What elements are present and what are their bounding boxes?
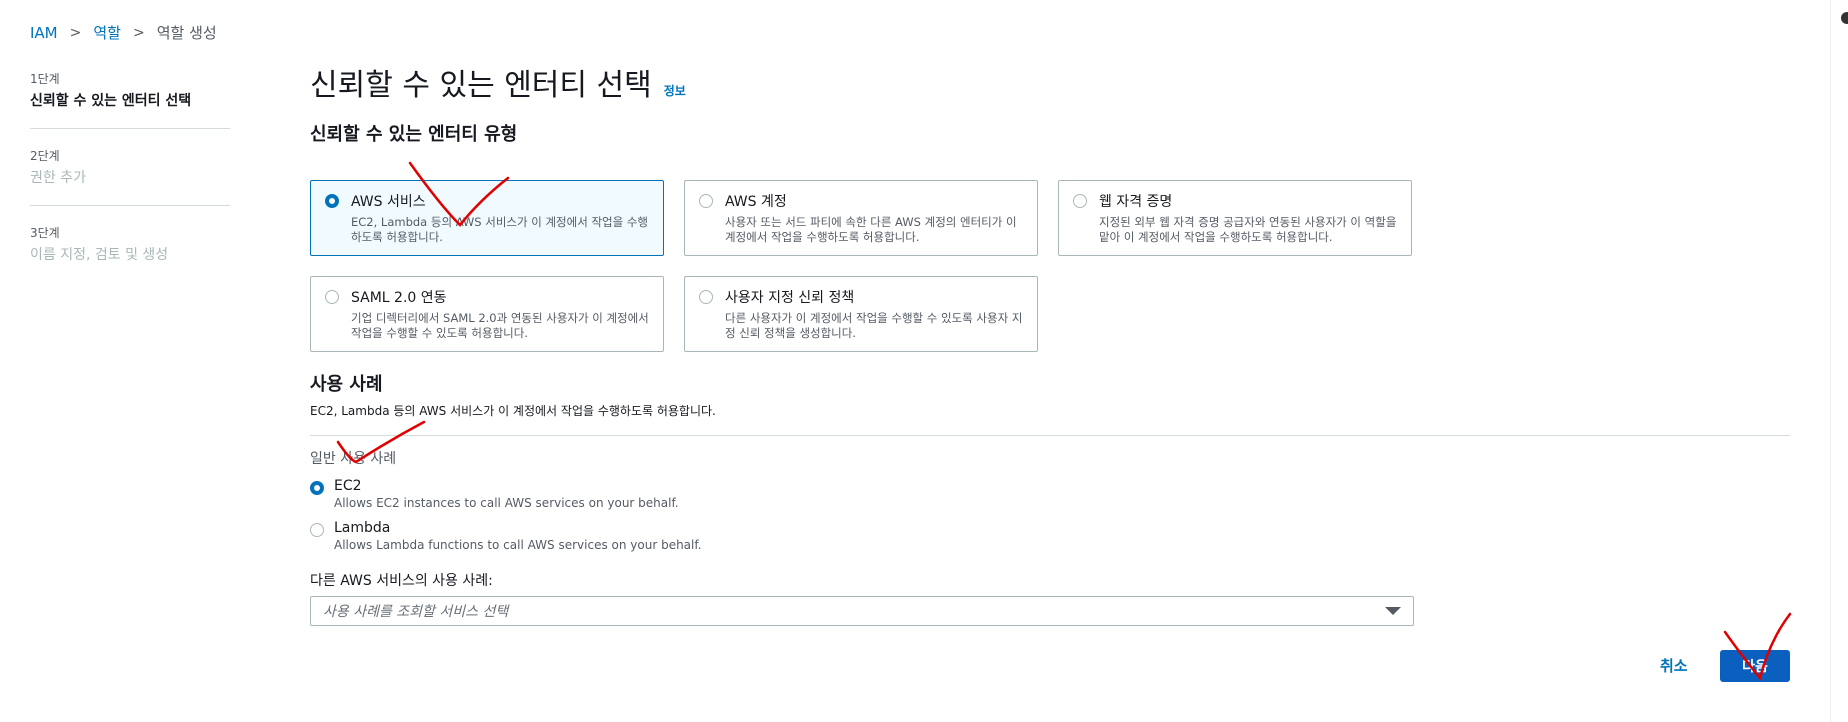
radio-icon[interactable] (310, 523, 324, 537)
breadcrumb-roles-link[interactable]: 역할 (93, 22, 121, 43)
page-title: 신뢰할 수 있는 엔터티 선택 (310, 68, 652, 103)
entity-card-custom-trust-policy[interactable]: 사용자 지정 신뢰 정책 다른 사용자가 이 계정에서 작업을 수행할 수 있도… (684, 276, 1038, 352)
card-title: AWS 계정 (725, 194, 787, 210)
option-title: Lambda (334, 520, 391, 536)
card-description: 지정된 외부 웹 자격 증명 공급자와 연동된 사용자가 이 역할을 맡아 이 … (1099, 215, 1397, 244)
entity-card-web-identity[interactable]: 웹 자격 증명 지정된 외부 웹 자격 증명 공급자와 연동된 사용자가 이 역… (1058, 180, 1412, 256)
use-case-heading: 사용 사례 (310, 374, 383, 395)
cancel-button[interactable]: 취소 (1660, 655, 1688, 676)
card-title: 사용자 지정 신뢰 정책 (725, 290, 855, 306)
entity-type-cards: AWS 서비스 EC2, Lambda 등의 AWS 서비스가 이 계정에서 작… (310, 180, 1790, 352)
step-1: 1단계 신뢰할 수 있는 엔터티 선택 (30, 70, 230, 129)
breadcrumb-current: 역할 생성 (156, 24, 217, 42)
radio-icon[interactable] (325, 290, 339, 304)
breadcrumb-iam-link[interactable]: IAM (30, 24, 58, 42)
divider (310, 435, 1790, 436)
step-title: 이름 지정, 검토 및 생성 (30, 247, 169, 263)
info-link[interactable]: 정보 (664, 82, 686, 99)
option-title: EC2 (334, 478, 362, 494)
caret-down-icon (1385, 607, 1401, 615)
next-button[interactable]: 다음 (1720, 650, 1790, 682)
step-number: 1단계 (30, 72, 60, 86)
option-description: Allows EC2 instances to call AWS service… (334, 496, 679, 510)
card-description: 다른 사용자가 이 계정에서 작업을 수행할 수 있도록 사용자 지정 신뢰 정… (725, 311, 1023, 340)
chevron-right-icon: > (69, 24, 82, 41)
radio-icon[interactable] (699, 194, 713, 208)
card-description: EC2, Lambda 등의 AWS 서비스가 이 계정에서 작업을 수행하도록… (351, 215, 649, 244)
step-title: 권한 추가 (30, 170, 86, 186)
step-2: 2단계 권한 추가 (30, 147, 230, 206)
card-description: 기업 디렉터리에서 SAML 2.0과 연동된 사용자가 이 계정에서 작업을 … (351, 311, 649, 340)
entity-card-aws-account[interactable]: AWS 계정 사용자 또는 서드 파티에 속한 다른 AWS 계정의 엔터티가 … (684, 180, 1038, 256)
radio-icon[interactable] (1073, 194, 1087, 208)
other-service-label: 다른 AWS 서비스의 사용 사례: (310, 573, 493, 589)
option-description: Allows Lambda functions to call AWS serv… (334, 538, 702, 552)
use-case-option-lambda[interactable]: Lambda Allows Lambda functions to call A… (310, 520, 1790, 552)
card-title: SAML 2.0 연동 (351, 290, 447, 306)
help-icon[interactable] (1841, 12, 1848, 24)
card-description: 사용자 또는 서드 파티에 속한 다른 AWS 계정의 엔터티가 이 계정에서 … (725, 215, 1017, 244)
entity-card-saml[interactable]: SAML 2.0 연동 기업 디렉터리에서 SAML 2.0과 연동된 사용자가… (310, 276, 664, 352)
radio-icon[interactable] (699, 290, 713, 304)
main-content: 신뢰할 수 있는 엔터티 선택 정보 신뢰할 수 있는 엔터티 유형 AWS 서… (310, 60, 1790, 626)
step-number: 3단계 (30, 226, 60, 240)
step-3: 3단계 이름 지정, 검토 및 생성 (30, 224, 230, 282)
wizard-steps: 1단계 신뢰할 수 있는 엔터티 선택 2단계 권한 추가 3단계 이름 지정,… (30, 70, 230, 300)
use-case-subtitle: EC2, Lambda 등의 AWS 서비스가 이 계정에서 작업을 수행하도록… (310, 404, 716, 418)
chevron-right-icon: > (132, 24, 145, 41)
breadcrumb: IAM > 역할 > 역할 생성 (30, 22, 217, 43)
scrollbar-track[interactable] (1830, 0, 1848, 722)
card-title: 웹 자격 증명 (1099, 194, 1173, 210)
common-use-cases-label: 일반 사용 사례 (310, 451, 397, 467)
radio-selected-icon[interactable] (325, 194, 339, 208)
step-number: 2단계 (30, 149, 60, 163)
step-title: 신뢰할 수 있는 엔터티 선택 (30, 93, 192, 109)
service-select-placeholder: 사용 사례를 조회할 서비스 선택 (323, 604, 509, 620)
use-case-option-ec2[interactable]: EC2 Allows EC2 instances to call AWS ser… (310, 478, 1790, 510)
entity-card-aws-service[interactable]: AWS 서비스 EC2, Lambda 등의 AWS 서비스가 이 계정에서 작… (310, 180, 664, 256)
entity-type-heading: 신뢰할 수 있는 엔터티 유형 (310, 124, 518, 145)
service-select[interactable]: 사용 사례를 조회할 서비스 선택 (310, 596, 1414, 626)
radio-selected-icon[interactable] (310, 481, 324, 495)
card-title: AWS 서비스 (351, 194, 426, 210)
